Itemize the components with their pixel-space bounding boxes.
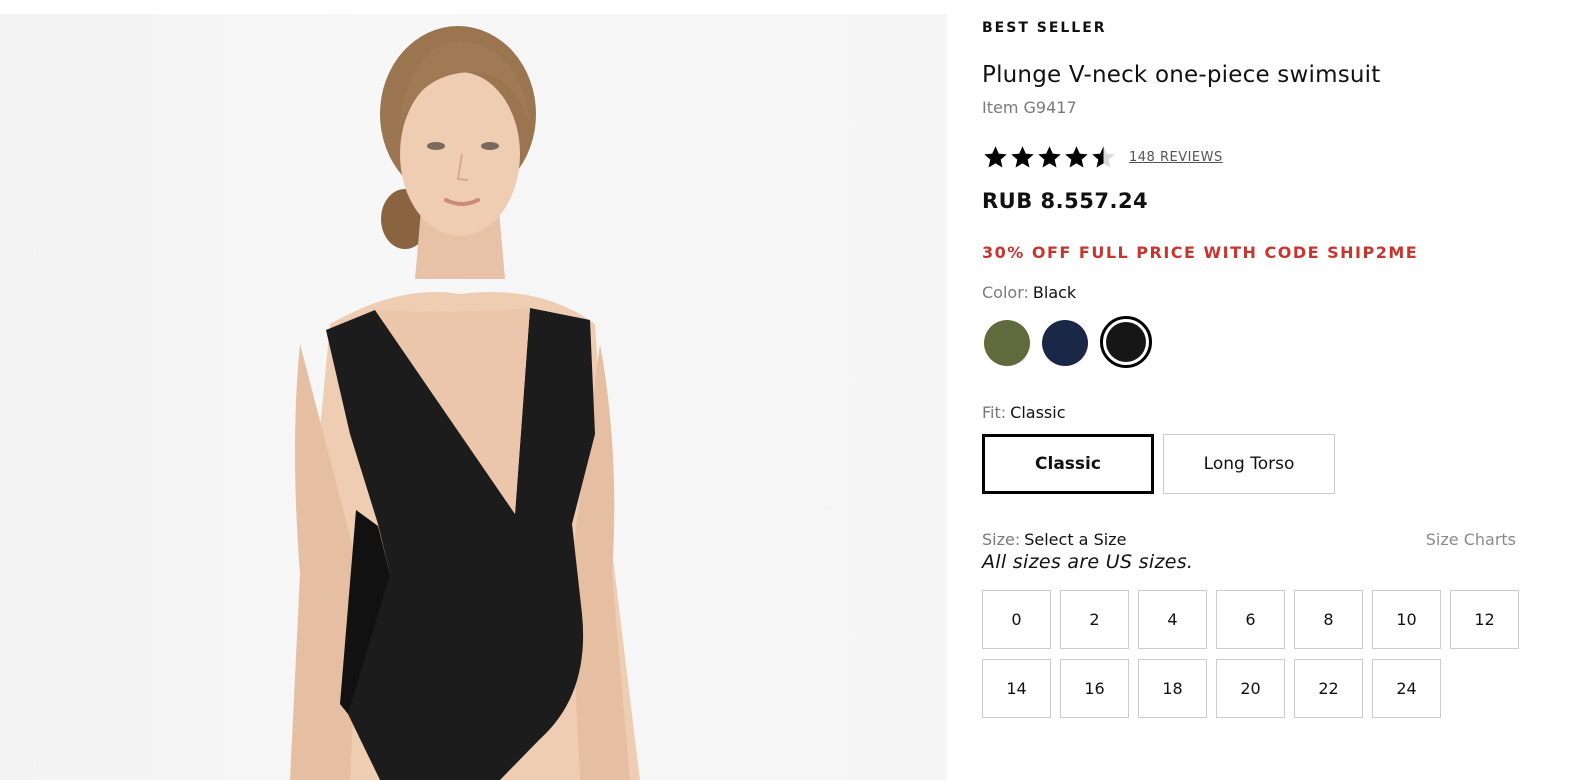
size-option[interactable]: 0	[982, 590, 1051, 649]
fit-option-classic[interactable]: Classic	[982, 434, 1154, 494]
best-seller-badge: BEST SELLER	[982, 20, 1107, 36]
color-selected-value: Black	[1032, 283, 1077, 302]
reviews-link[interactable]: 148 REVIEWS	[1129, 150, 1223, 165]
color-swatch-navy[interactable]	[1042, 320, 1088, 366]
size-option[interactable]: 8	[1294, 590, 1363, 649]
product-details: BEST SELLER Plunge V-neck one-piece swim…	[982, 0, 1522, 780]
size-label: Size:	[982, 530, 1021, 549]
size-option[interactable]: 12	[1450, 590, 1519, 649]
size-option[interactable]: 18	[1138, 659, 1207, 718]
fit-selector-label: Fit: Classic	[982, 403, 1066, 422]
item-number: Item G9417	[982, 98, 1077, 117]
star-filled-icon	[982, 144, 1009, 171]
size-selected-value: Select a Size	[1024, 530, 1127, 549]
product-image[interactable]	[0, 14, 947, 780]
size-option[interactable]: 16	[1060, 659, 1129, 718]
color-label: Color:	[982, 283, 1029, 302]
size-option[interactable]: 14	[982, 659, 1051, 718]
star-filled-icon	[1063, 144, 1090, 171]
size-options: 0 2 4 6 8 10 12 14 16 18 20 22 24	[982, 590, 1522, 718]
size-charts-link[interactable]: Size Charts	[1426, 530, 1516, 549]
rating-row: 148 REVIEWS	[982, 142, 1223, 172]
size-note: All sizes are US sizes.	[982, 551, 1194, 573]
size-option[interactable]: 6	[1216, 590, 1285, 649]
size-option[interactable]: 10	[1372, 590, 1441, 649]
size-option[interactable]: 22	[1294, 659, 1363, 718]
star-half-icon	[1090, 144, 1117, 171]
fit-options: Classic Long Torso	[982, 434, 1344, 494]
color-swatch-black[interactable]	[1100, 316, 1152, 368]
size-option[interactable]: 24	[1372, 659, 1441, 718]
product-price: RUB 8.557.24	[982, 189, 1149, 213]
model-illustration	[290, 26, 640, 780]
star-filled-icon	[1009, 144, 1036, 171]
fit-selected-value: Classic	[1010, 403, 1066, 422]
star-filled-icon	[1036, 144, 1063, 171]
product-title: Plunge V-neck one-piece swimsuit	[982, 62, 1381, 88]
fit-label: Fit:	[982, 403, 1007, 422]
promo-message: 30% OFF FULL PRICE WITH CODE SHIP2ME	[982, 243, 1419, 262]
fit-option-long-torso[interactable]: Long Torso	[1163, 434, 1335, 494]
color-swatches	[984, 316, 1164, 368]
size-option[interactable]: 2	[1060, 590, 1129, 649]
color-selector-label: Color: Black	[982, 283, 1076, 302]
size-option[interactable]: 20	[1216, 659, 1285, 718]
color-swatch-olive[interactable]	[984, 320, 1030, 366]
size-option[interactable]: 4	[1138, 590, 1207, 649]
